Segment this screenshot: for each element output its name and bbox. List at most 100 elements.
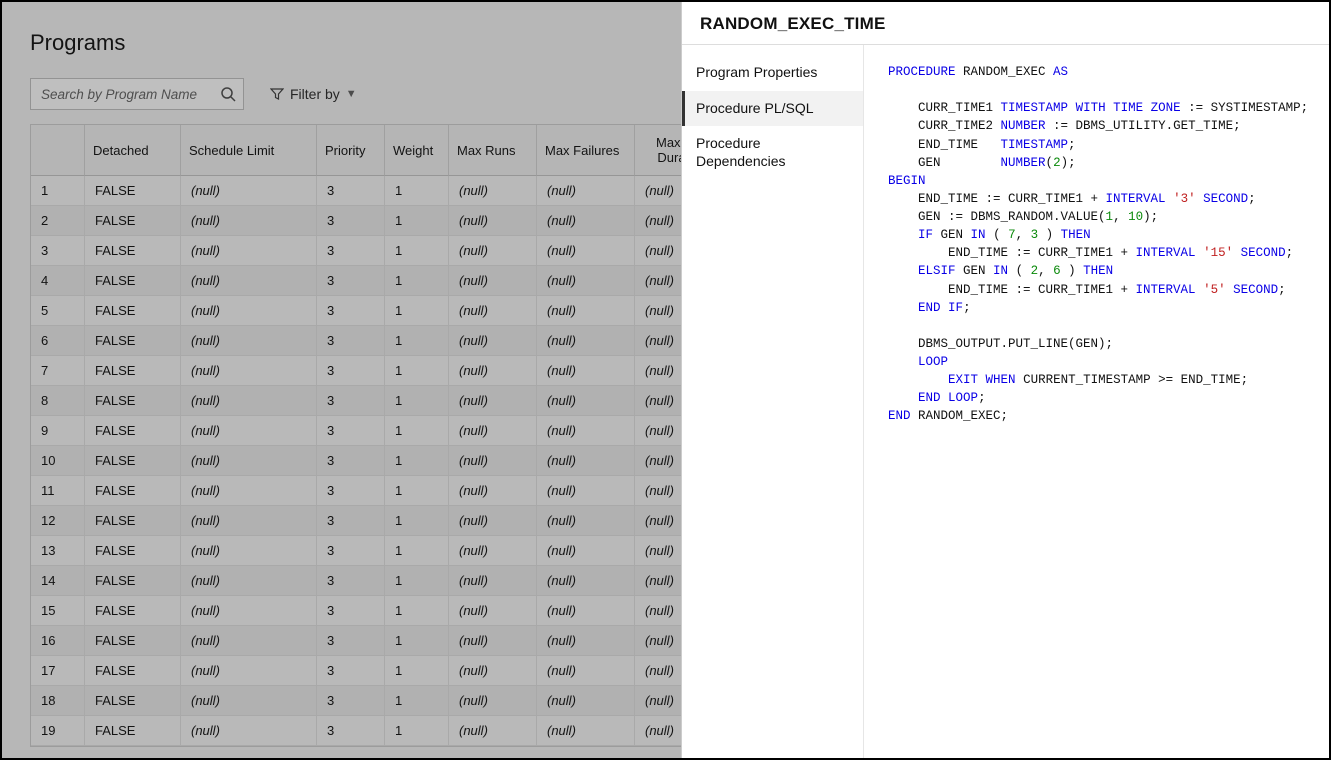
table-cell: 11 bbox=[31, 476, 85, 506]
table-cell: 3 bbox=[317, 416, 385, 446]
table-cell: 3 bbox=[317, 716, 385, 746]
table-cell: (null) bbox=[449, 716, 537, 746]
table-cell: 4 bbox=[31, 266, 85, 296]
nav-program-properties[interactable]: Program Properties bbox=[682, 55, 863, 91]
table-cell: (null) bbox=[181, 416, 317, 446]
col-max-failures[interactable]: Max Failures bbox=[537, 125, 635, 176]
table-cell: FALSE bbox=[85, 326, 181, 356]
table-cell: 7 bbox=[31, 356, 85, 386]
table-cell: 1 bbox=[385, 176, 449, 206]
table-cell: (null) bbox=[181, 536, 317, 566]
col-weight[interactable]: Weight bbox=[385, 125, 449, 176]
table-cell: (null) bbox=[449, 356, 537, 386]
table-cell: 9 bbox=[31, 416, 85, 446]
search-input[interactable] bbox=[30, 78, 244, 110]
table-cell: (null) bbox=[181, 326, 317, 356]
table-cell: 1 bbox=[385, 326, 449, 356]
table-cell: 12 bbox=[31, 506, 85, 536]
table-cell: 3 bbox=[317, 176, 385, 206]
table-cell: (null) bbox=[537, 176, 635, 206]
table-cell: 14 bbox=[31, 566, 85, 596]
table-cell: FALSE bbox=[85, 296, 181, 326]
filter-label: Filter by bbox=[290, 86, 340, 102]
table-cell: 17 bbox=[31, 656, 85, 686]
table-cell: 3 bbox=[317, 356, 385, 386]
table-cell: (null) bbox=[449, 536, 537, 566]
details-panel: RANDOM_EXEC_TIME Program Properties Proc… bbox=[681, 2, 1329, 758]
funnel-icon bbox=[270, 87, 284, 101]
table-cell: (null) bbox=[537, 356, 635, 386]
col-detached[interactable]: Detached bbox=[85, 125, 181, 176]
table-cell: 1 bbox=[385, 356, 449, 386]
table-cell: (null) bbox=[449, 626, 537, 656]
plsql-code: PROCEDURE RANDOM_EXEC AS CURR_TIME1 TIME… bbox=[888, 63, 1309, 426]
col-priority[interactable]: Priority bbox=[317, 125, 385, 176]
search-icon[interactable] bbox=[220, 86, 236, 102]
table-cell: 16 bbox=[31, 626, 85, 656]
table-cell: 3 bbox=[31, 236, 85, 266]
col-schedule-limit[interactable]: Schedule Limit bbox=[181, 125, 317, 176]
nav-procedure-dependencies[interactable]: Procedure Dependencies bbox=[682, 126, 863, 179]
table-cell: 3 bbox=[317, 206, 385, 236]
table-cell: (null) bbox=[181, 716, 317, 746]
table-cell: (null) bbox=[537, 596, 635, 626]
table-cell: 3 bbox=[317, 626, 385, 656]
table-cell: FALSE bbox=[85, 236, 181, 266]
table-cell: (null) bbox=[449, 326, 537, 356]
table-cell: (null) bbox=[449, 416, 537, 446]
table-cell: 1 bbox=[385, 416, 449, 446]
table-cell: (null) bbox=[449, 206, 537, 236]
col-max-runs[interactable]: Max Runs bbox=[449, 125, 537, 176]
table-cell: 5 bbox=[31, 296, 85, 326]
table-cell: (null) bbox=[537, 386, 635, 416]
table-cell: 18 bbox=[31, 686, 85, 716]
table-cell: 3 bbox=[317, 386, 385, 416]
panel-nav: Program Properties Procedure PL/SQL Proc… bbox=[682, 45, 864, 758]
table-cell: FALSE bbox=[85, 506, 181, 536]
table-cell: (null) bbox=[537, 446, 635, 476]
table-cell: FALSE bbox=[85, 686, 181, 716]
table-cell: FALSE bbox=[85, 626, 181, 656]
table-cell: 15 bbox=[31, 596, 85, 626]
table-cell: FALSE bbox=[85, 386, 181, 416]
table-cell: FALSE bbox=[85, 566, 181, 596]
table-cell: (null) bbox=[537, 416, 635, 446]
table-cell: 3 bbox=[317, 686, 385, 716]
table-cell: 1 bbox=[385, 266, 449, 296]
table-cell: FALSE bbox=[85, 656, 181, 686]
table-cell: (null) bbox=[449, 236, 537, 266]
filter-by-button[interactable]: Filter by ▼ bbox=[270, 86, 357, 102]
table-cell: (null) bbox=[181, 296, 317, 326]
table-cell: 3 bbox=[317, 446, 385, 476]
table-cell: 1 bbox=[385, 686, 449, 716]
table-cell: (null) bbox=[537, 656, 635, 686]
table-cell: FALSE bbox=[85, 356, 181, 386]
table-cell: 3 bbox=[317, 296, 385, 326]
table-cell: 10 bbox=[31, 446, 85, 476]
table-cell: 19 bbox=[31, 716, 85, 746]
table-cell: 1 bbox=[385, 656, 449, 686]
table-cell: FALSE bbox=[85, 446, 181, 476]
table-cell: (null) bbox=[537, 506, 635, 536]
table-cell: FALSE bbox=[85, 206, 181, 236]
table-cell: (null) bbox=[537, 326, 635, 356]
table-cell: 1 bbox=[385, 296, 449, 326]
table-cell: (null) bbox=[537, 296, 635, 326]
table-cell: 3 bbox=[317, 236, 385, 266]
table-cell: (null) bbox=[537, 236, 635, 266]
search-wrap bbox=[30, 78, 244, 110]
table-cell: 3 bbox=[317, 326, 385, 356]
table-cell: 1 bbox=[385, 536, 449, 566]
nav-procedure-plsql[interactable]: Procedure PL/SQL bbox=[682, 91, 863, 127]
table-cell: (null) bbox=[449, 656, 537, 686]
table-cell: 1 bbox=[385, 716, 449, 746]
table-cell: 1 bbox=[385, 386, 449, 416]
table-cell: (null) bbox=[449, 506, 537, 536]
table-cell: (null) bbox=[449, 476, 537, 506]
table-cell: 1 bbox=[31, 176, 85, 206]
table-cell: (null) bbox=[181, 356, 317, 386]
table-cell: (null) bbox=[449, 686, 537, 716]
table-cell: (null) bbox=[449, 266, 537, 296]
table-cell: (null) bbox=[181, 446, 317, 476]
table-cell: FALSE bbox=[85, 416, 181, 446]
